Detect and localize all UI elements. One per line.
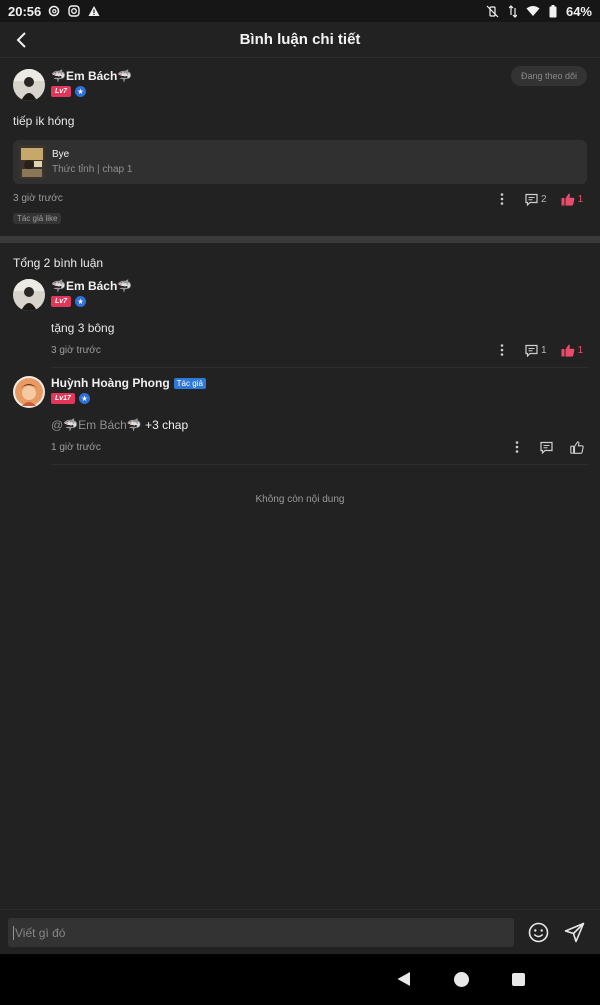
comment-text: @🦈Em Bách🦈 +3 chap — [51, 418, 188, 432]
more-vertical-icon — [500, 193, 504, 205]
more-button[interactable] — [512, 440, 522, 454]
emoji-button[interactable] — [527, 921, 549, 943]
like-button[interactable]: 1 — [561, 344, 584, 357]
status-bar: 20:56 64% — [0, 0, 600, 22]
mention-link[interactable]: @🦈Em Bách🦈 — [51, 418, 142, 432]
level-badge: Lv7 — [51, 86, 72, 97]
send-button[interactable] — [563, 921, 585, 943]
battery-percent: 64% — [565, 3, 592, 19]
text-cursor — [13, 925, 14, 940]
data-arrows-icon — [506, 4, 520, 18]
comment-item: 🦈Em Bách🦈 Lv7 tặng 3 bông 3 giờ trước 1 … — [0, 279, 600, 369]
comment-input-bar: Viết gì đó — [0, 909, 600, 954]
post-time: 3 giờ trước — [13, 193, 63, 204]
comment-actions: 1 1 — [497, 343, 583, 357]
avatar[interactable] — [13, 279, 45, 311]
reply-button[interactable]: 2 — [525, 193, 547, 206]
nav-recents-icon[interactable] — [512, 973, 525, 986]
comment-content: +3 chap — [145, 418, 189, 432]
verified-icon — [75, 296, 87, 307]
thumbs-up-outline-icon — [570, 440, 584, 454]
more-vertical-icon — [500, 344, 504, 356]
author-name[interactable]: Huỳnh Hoàng Phong — [51, 376, 170, 390]
main-comment: 🦈Em Bách🦈 Lv7 tiếp ik hóng Bye Thức tỉnh… — [0, 58, 600, 236]
post-text: tiếp ik hóng — [13, 114, 75, 128]
chapter-title: Bye — [52, 149, 70, 160]
comment-text: tặng 3 bông — [51, 321, 115, 335]
post-header: 🦈Em Bách🦈 Lv7 — [13, 69, 132, 101]
battery-icon — [546, 4, 560, 18]
back-button[interactable] — [10, 28, 34, 52]
comment-separator — [51, 367, 587, 368]
reply-count: 2 — [541, 193, 547, 205]
nav-home-icon[interactable] — [454, 972, 469, 987]
instagram-icon — [67, 4, 81, 18]
nav-back-icon[interactable] — [396, 971, 411, 987]
send-icon — [564, 922, 584, 942]
like-count: 1 — [577, 344, 584, 356]
emoji-icon — [528, 922, 548, 942]
status-time: 20:56 — [8, 3, 42, 19]
like-button[interactable]: 1 — [561, 193, 584, 206]
chevron-left-icon — [16, 32, 26, 48]
verified-icon — [78, 393, 90, 404]
comment-item: Huỳnh Hoàng Phong Tác giả Lv17 @🦈Em Bách… — [0, 376, 600, 468]
wifi-icon — [526, 4, 540, 18]
follow-button[interactable]: Đang theo dõi — [510, 66, 587, 86]
reply-count: 1 — [541, 344, 547, 356]
warning-icon — [87, 4, 101, 18]
comment-separator — [51, 464, 587, 465]
more-button[interactable] — [497, 192, 507, 206]
reply-button[interactable] — [540, 441, 553, 454]
post-actions: 2 1 — [497, 192, 583, 206]
app-bar: Bình luận chi tiết — [0, 22, 600, 58]
system-nav-bar — [0, 954, 600, 1005]
chapter-subtitle: Thức tỉnh | chap 1 — [52, 164, 133, 175]
thumbs-up-filled-icon — [561, 344, 574, 357]
more-button[interactable] — [497, 343, 507, 357]
total-comments: Tổng 2 bình luận — [13, 256, 104, 270]
comment-input[interactable]: Viết gì đó — [8, 918, 514, 947]
reply-button[interactable]: 1 — [525, 344, 547, 357]
author-like-tag: Tác giả like — [13, 213, 62, 224]
more-vertical-icon — [515, 441, 519, 453]
vibrate-off-icon — [486, 4, 500, 18]
like-button[interactable] — [570, 440, 584, 454]
comment-actions — [512, 440, 584, 454]
comment-icon — [540, 441, 553, 454]
comment-time: 3 giờ trước — [51, 345, 101, 356]
end-of-list-label: Không còn nội dung — [255, 494, 345, 505]
page-title: Bình luận chi tiết — [239, 31, 361, 48]
chapter-card[interactable]: Bye Thức tỉnh | chap 1 — [13, 140, 587, 184]
author-name-row: Huỳnh Hoàng Phong Tác giả — [51, 376, 206, 390]
thumbs-up-filled-icon — [561, 193, 574, 206]
author-name[interactable]: 🦈Em Bách🦈 — [51, 69, 132, 83]
avatar[interactable] — [13, 376, 45, 408]
author-name[interactable]: 🦈Em Bách🦈 — [51, 279, 132, 293]
avatar[interactable] — [13, 69, 45, 101]
comment-time: 1 giờ trước — [51, 442, 101, 453]
chapter-thumbnail — [19, 145, 45, 179]
comment-icon — [525, 344, 538, 357]
comment-input-placeholder: Viết gì đó — [15, 925, 66, 940]
level-badge: Lv17 — [51, 393, 75, 404]
verified-icon — [75, 86, 87, 97]
author-tag-badge: Tác giả — [173, 377, 206, 389]
threads-icon — [47, 4, 61, 18]
section-divider — [0, 236, 600, 243]
level-badge: Lv7 — [51, 296, 72, 307]
comment-icon — [525, 193, 538, 206]
like-count: 1 — [577, 193, 584, 205]
